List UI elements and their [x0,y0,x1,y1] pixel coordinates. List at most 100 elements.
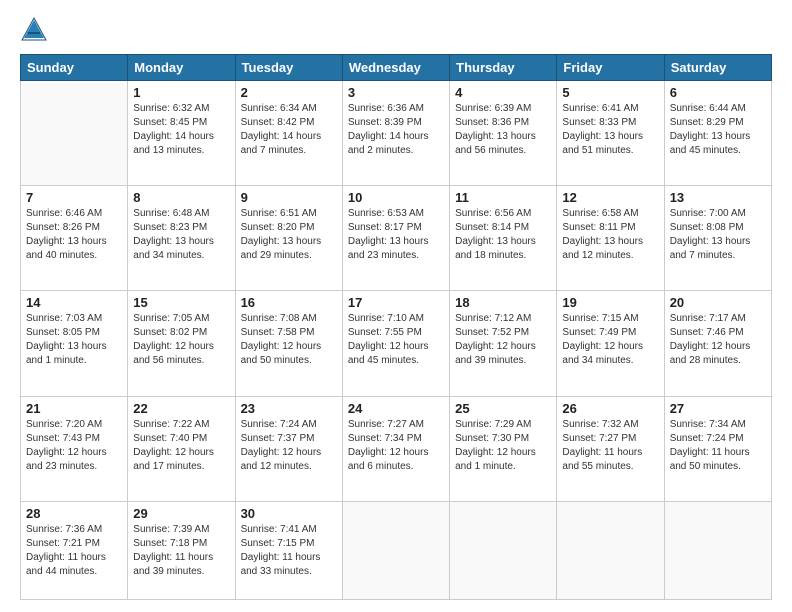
calendar-cell [21,81,128,186]
day-info: Sunrise: 7:05 AM Sunset: 8:02 PM Dayligh… [133,312,229,368]
calendar-cell: 22Sunrise: 7:22 AM Sunset: 7:40 PM Dayli… [128,396,235,501]
calendar-cell: 7 Sunrise: 6:46 AM Sunset: 8:26 PM Daylig… [21,186,128,291]
weekday-header-friday: Friday [557,55,664,81]
calendar-week-row: 7 Sunrise: 6:46 AM Sunset: 8:26 PM Daylig… [21,186,772,291]
day-number: 28 [26,506,122,521]
day-number: 11 [455,190,551,205]
day-info: Sunrise: 7:10 AM Sunset: 7:55 PM Dayligh… [348,312,444,368]
calendar-cell: 15 Sunrise: 7:05 AM Sunset: 8:02 PM Dayli… [128,291,235,396]
day-info: Sunrise: 6:34 AM Sunset: 8:42 PM Dayligh… [241,102,337,158]
day-info: Sunrise: 6:58 AM Sunset: 8:11 PM Dayligh… [562,207,658,263]
day-info: Sunrise: 7:03 AM Sunset: 8:05 PM Dayligh… [26,312,122,368]
calendar-cell: 9 Sunrise: 6:51 AM Sunset: 8:20 PM Daylig… [235,186,342,291]
day-info: Sunrise: 6:48 AM Sunset: 8:23 PM Dayligh… [133,207,229,263]
day-info: Sunrise: 6:36 AM Sunset: 8:39 PM Dayligh… [348,102,444,158]
calendar-cell: 13Sunrise: 7:00 AM Sunset: 8:08 PM Dayli… [664,186,771,291]
day-number: 18 [455,295,551,310]
calendar-table: SundayMondayTuesdayWednesdayThursdayFrid… [20,54,772,600]
day-number: 19 [562,295,658,310]
day-info: Sunrise: 7:39 AM Sunset: 7:18 PM Dayligh… [133,523,229,579]
day-number: 7 [26,190,122,205]
weekday-header-tuesday: Tuesday [235,55,342,81]
day-info: Sunrise: 6:41 AM Sunset: 8:33 PM Dayligh… [562,102,658,158]
calendar-cell: 8 Sunrise: 6:48 AM Sunset: 8:23 PM Daylig… [128,186,235,291]
day-number: 12 [562,190,658,205]
logo [20,16,52,44]
calendar-cell: 14 Sunrise: 7:03 AM Sunset: 8:05 PM Dayli… [21,291,128,396]
calendar-header: SundayMondayTuesdayWednesdayThursdayFrid… [21,55,772,81]
day-info: Sunrise: 6:32 AM Sunset: 8:45 PM Dayligh… [133,102,229,158]
day-info: Sunrise: 7:12 AM Sunset: 7:52 PM Dayligh… [455,312,551,368]
day-number: 27 [670,401,766,416]
calendar-cell: 21Sunrise: 7:20 AM Sunset: 7:43 PM Dayli… [21,396,128,501]
calendar-cell: 16 Sunrise: 7:08 AM Sunset: 7:58 PM Dayli… [235,291,342,396]
day-number: 25 [455,401,551,416]
day-info: Sunrise: 7:15 AM Sunset: 7:49 PM Dayligh… [562,312,658,368]
calendar-cell [342,501,449,599]
weekday-header-thursday: Thursday [450,55,557,81]
calendar-cell [664,501,771,599]
weekday-header-sunday: Sunday [21,55,128,81]
day-info: Sunrise: 6:46 AM Sunset: 8:26 PM Dayligh… [26,207,122,263]
calendar-cell: 18 Sunrise: 7:12 AM Sunset: 7:52 PM Dayli… [450,291,557,396]
weekday-header-monday: Monday [128,55,235,81]
day-number: 3 [348,85,444,100]
day-number: 4 [455,85,551,100]
day-number: 29 [133,506,229,521]
day-number: 23 [241,401,337,416]
logo-icon [20,16,48,44]
weekday-header-saturday: Saturday [664,55,771,81]
day-info: Sunrise: 6:39 AM Sunset: 8:36 PM Dayligh… [455,102,551,158]
day-info: Sunrise: 7:00 AM Sunset: 8:08 PM Dayligh… [670,207,766,263]
day-number: 1 [133,85,229,100]
calendar-cell: 2 Sunrise: 6:34 AM Sunset: 8:42 PM Daylig… [235,81,342,186]
day-info: Sunrise: 7:17 AM Sunset: 7:46 PM Dayligh… [670,312,766,368]
day-number: 5 [562,85,658,100]
calendar-cell: 25 Sunrise: 7:29 AM Sunset: 7:30 PM Dayli… [450,396,557,501]
calendar-cell [450,501,557,599]
day-info: Sunrise: 7:08 AM Sunset: 7:58 PM Dayligh… [241,312,337,368]
day-number: 24 [348,401,444,416]
day-info: Sunrise: 7:22 AM Sunset: 7:40 PM Dayligh… [133,418,229,474]
day-number: 6 [670,85,766,100]
calendar-cell: 6 Sunrise: 6:44 AM Sunset: 8:29 PM Daylig… [664,81,771,186]
calendar-cell: 11 Sunrise: 6:56 AM Sunset: 8:14 PM Dayli… [450,186,557,291]
day-number: 14 [26,295,122,310]
calendar-cell: 4 Sunrise: 6:39 AM Sunset: 8:36 PM Daylig… [450,81,557,186]
day-info: Sunrise: 6:44 AM Sunset: 8:29 PM Dayligh… [670,102,766,158]
day-number: 2 [241,85,337,100]
calendar-cell: 20Sunrise: 7:17 AM Sunset: 7:46 PM Dayli… [664,291,771,396]
calendar-cell: 30Sunrise: 7:41 AM Sunset: 7:15 PM Dayli… [235,501,342,599]
day-number: 16 [241,295,337,310]
calendar-week-row: 14 Sunrise: 7:03 AM Sunset: 8:05 PM Dayli… [21,291,772,396]
weekday-header-wednesday: Wednesday [342,55,449,81]
calendar-cell: 19 Sunrise: 7:15 AM Sunset: 7:49 PM Dayli… [557,291,664,396]
calendar-cell: 3 Sunrise: 6:36 AM Sunset: 8:39 PM Daylig… [342,81,449,186]
calendar-cell: 12 Sunrise: 6:58 AM Sunset: 8:11 PM Dayli… [557,186,664,291]
calendar-week-row: 28Sunrise: 7:36 AM Sunset: 7:21 PM Dayli… [21,501,772,599]
day-info: Sunrise: 7:29 AM Sunset: 7:30 PM Dayligh… [455,418,551,474]
day-info: Sunrise: 6:51 AM Sunset: 8:20 PM Dayligh… [241,207,337,263]
weekday-header-row: SundayMondayTuesdayWednesdayThursdayFrid… [21,55,772,81]
day-number: 17 [348,295,444,310]
day-info: Sunrise: 7:34 AM Sunset: 7:24 PM Dayligh… [670,418,766,474]
day-number: 21 [26,401,122,416]
day-number: 8 [133,190,229,205]
calendar-week-row: 21Sunrise: 7:20 AM Sunset: 7:43 PM Dayli… [21,396,772,501]
day-number: 26 [562,401,658,416]
calendar-cell: 10Sunrise: 6:53 AM Sunset: 8:17 PM Dayli… [342,186,449,291]
calendar-body: 1 Sunrise: 6:32 AM Sunset: 8:45 PM Daylig… [21,81,772,600]
calendar-cell: 28Sunrise: 7:36 AM Sunset: 7:21 PM Dayli… [21,501,128,599]
day-info: Sunrise: 7:24 AM Sunset: 7:37 PM Dayligh… [241,418,337,474]
calendar-cell: 1 Sunrise: 6:32 AM Sunset: 8:45 PM Daylig… [128,81,235,186]
page: SundayMondayTuesdayWednesdayThursdayFrid… [0,0,792,612]
day-info: Sunrise: 6:56 AM Sunset: 8:14 PM Dayligh… [455,207,551,263]
calendar-cell: 27 Sunrise: 7:34 AM Sunset: 7:24 PM Dayli… [664,396,771,501]
day-info: Sunrise: 7:32 AM Sunset: 7:27 PM Dayligh… [562,418,658,474]
day-info: Sunrise: 7:41 AM Sunset: 7:15 PM Dayligh… [241,523,337,579]
day-number: 9 [241,190,337,205]
day-number: 15 [133,295,229,310]
calendar-cell: 24Sunrise: 7:27 AM Sunset: 7:34 PM Dayli… [342,396,449,501]
calendar-week-row: 1 Sunrise: 6:32 AM Sunset: 8:45 PM Daylig… [21,81,772,186]
day-info: Sunrise: 6:53 AM Sunset: 8:17 PM Dayligh… [348,207,444,263]
